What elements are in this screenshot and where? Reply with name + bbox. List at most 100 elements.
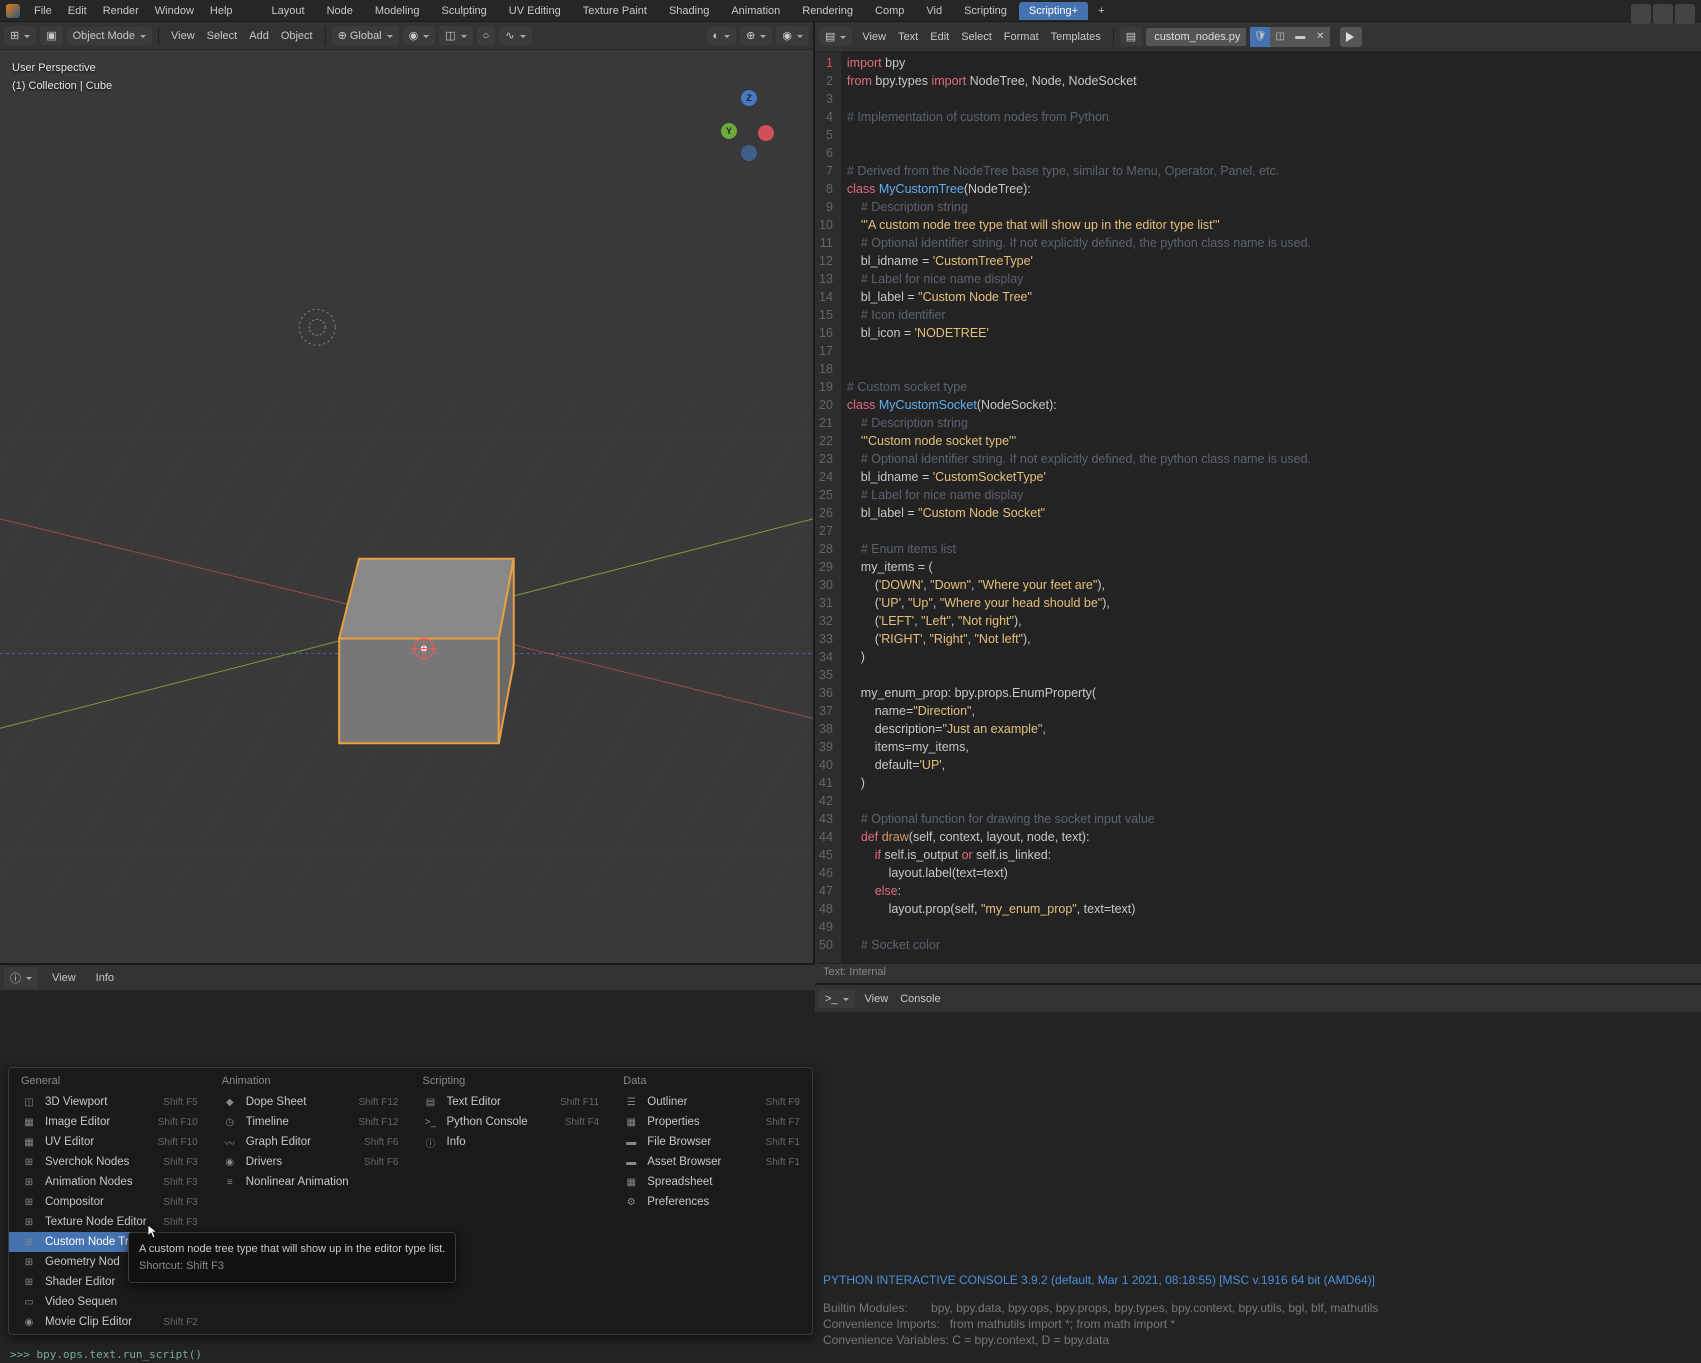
menu-item-label: Python Console: [447, 1116, 528, 1128]
tab-vid[interactable]: Vid: [916, 2, 952, 20]
tab-uv-editing[interactable]: UV Editing: [499, 2, 571, 20]
viewport-menu-select[interactable]: Select: [201, 27, 244, 45]
proportional-dropdown[interactable]: ∿: [499, 26, 531, 45]
editor-menu-item-sverchok-nodes[interactable]: ⊞Sverchok NodesShift F3: [9, 1152, 210, 1172]
viewport-menu-view[interactable]: View: [165, 27, 201, 45]
gizmo-z-neg-axis[interactable]: [741, 145, 757, 161]
gizmo-dropdown[interactable]: ⊕: [740, 26, 772, 45]
menu-item-shortcut: Shift F3: [163, 1157, 197, 1168]
mode-dropdown[interactable]: Object Mode: [67, 27, 152, 45]
visibility-dropdown[interactable]: ◐: [707, 27, 737, 45]
info-menu[interactable]: Info: [90, 969, 120, 987]
code-area[interactable]: 1234567891011121314151617181920212223242…: [815, 52, 1701, 963]
console-menu-view[interactable]: View: [859, 990, 895, 1008]
editor-menu-item-asset-browser[interactable]: ▬Asset BrowserShift F1: [611, 1152, 812, 1172]
editor-menu-item-preferences[interactable]: ⚙Preferences: [611, 1192, 812, 1212]
menu-item-icon: ⊞: [21, 1176, 37, 1188]
editor-menu-item-spreadsheet[interactable]: ▦Spreadsheet: [611, 1172, 812, 1192]
editor-menu-item-animation-nodes[interactable]: ⊞Animation NodesShift F3: [9, 1172, 210, 1192]
editor-type-dropdown[interactable]: ⓘ: [4, 967, 38, 989]
text-menu-format[interactable]: Format: [998, 28, 1045, 46]
tab-modeling[interactable]: Modeling: [365, 2, 430, 20]
menu-item-icon: ▦: [623, 1176, 639, 1188]
editor-menu-item-graph-editor[interactable]: 〰Graph EditorShift F6: [210, 1132, 411, 1152]
editor-menu-item-drivers[interactable]: ◉DriversShift F6: [210, 1152, 411, 1172]
tab-comp[interactable]: Comp: [865, 2, 914, 20]
browse-text-icon[interactable]: ▤: [1120, 27, 1142, 46]
tab-rendering[interactable]: Rendering: [792, 2, 863, 20]
code-content[interactable]: import bpyfrom bpy.types import NodeTree…: [841, 52, 1701, 963]
tab-animation[interactable]: Animation: [721, 2, 790, 20]
console-menu-console[interactable]: Console: [894, 990, 946, 1008]
proportional-edit-toggle[interactable]: ○: [477, 27, 496, 45]
menu-item-icon: ⊞: [21, 1196, 37, 1208]
text-menu-view[interactable]: View: [856, 28, 892, 46]
overlay-dropdown[interactable]: ◉: [776, 26, 809, 45]
gizmo-z-axis[interactable]: [741, 90, 757, 106]
menu-edit[interactable]: Edit: [60, 2, 95, 20]
add-workspace-button[interactable]: +: [1090, 2, 1112, 20]
menu-col-header: Data: [611, 1070, 812, 1092]
tab-scripting+[interactable]: Scripting+: [1019, 2, 1088, 20]
viewport-menu-add[interactable]: Add: [243, 27, 275, 45]
editor-menu-item-python-console[interactable]: >_Python ConsoleShift F4: [411, 1112, 612, 1132]
open-icon[interactable]: ▬: [1290, 27, 1310, 47]
editor-menu-item-nonlinear-animation[interactable]: ≡Nonlinear Animation: [210, 1172, 411, 1192]
menu-item-shortcut: Shift F9: [766, 1097, 800, 1108]
editor-menu-item-compositor[interactable]: ⊞CompositorShift F3: [9, 1192, 210, 1212]
editor-type-dropdown[interactable]: ▤: [819, 27, 852, 46]
editor-menu-item-info[interactable]: ⓘInfo: [411, 1132, 612, 1152]
nav-gizmo[interactable]: [713, 90, 783, 160]
editor-menu-item-properties[interactable]: ▦PropertiesShift F7: [611, 1112, 812, 1132]
view-menu[interactable]: View: [46, 969, 82, 987]
editor-menu-item-texture-node-editor[interactable]: ⊞Texture Node EditorShift F3: [9, 1212, 210, 1232]
menu-render[interactable]: Render: [95, 2, 147, 20]
mode-icon[interactable]: ▣: [40, 26, 62, 45]
editor-menu-item-outliner[interactable]: ☰OutlinerShift F9: [611, 1092, 812, 1112]
unlink-icon[interactable]: ✕: [1310, 27, 1330, 47]
menu-item-shortcut: Shift F11: [560, 1097, 599, 1108]
editor-menu-item-image-editor[interactable]: ▦Image EditorShift F10: [9, 1112, 210, 1132]
menu-item-label: File Browser: [647, 1136, 711, 1148]
syntax-highlight-toggle[interactable]: [1675, 4, 1695, 24]
new-icon[interactable]: ◫: [1270, 27, 1290, 47]
text-menu-edit[interactable]: Edit: [924, 28, 955, 46]
line-numbers-toggle[interactable]: [1631, 4, 1651, 24]
snap-toggle[interactable]: ◫: [439, 26, 472, 45]
menu-item-label: Image Editor: [45, 1116, 110, 1128]
tab-layout[interactable]: Layout: [262, 2, 315, 20]
filename-input[interactable]: custom_nodes.py: [1146, 28, 1246, 46]
gizmo-y-axis[interactable]: [721, 123, 737, 139]
editor-menu-item-dope-sheet[interactable]: ◆Dope SheetShift F12: [210, 1092, 411, 1112]
tab-texture-paint[interactable]: Texture Paint: [573, 2, 657, 20]
line-number-gutter: 1234567891011121314151617181920212223242…: [815, 52, 841, 963]
text-menu-text[interactable]: Text: [892, 28, 924, 46]
console-output[interactable]: PYTHON INTERACTIVE CONSOLE 3.9.2 (defaul…: [815, 1013, 1701, 1363]
menu-item-label: 3D Viewport: [45, 1096, 107, 1108]
editor-type-dropdown[interactable]: >_: [819, 990, 855, 1008]
menu-file[interactable]: File: [26, 2, 60, 20]
editor-menu-item-timeline[interactable]: ◷TimelineShift F12: [210, 1112, 411, 1132]
tab-scripting[interactable]: Scripting: [954, 2, 1017, 20]
editor-type-dropdown[interactable]: ⊞: [4, 26, 36, 45]
tab-shading[interactable]: Shading: [659, 2, 719, 20]
editor-menu-item-uv-editor[interactable]: ▦UV EditorShift F10: [9, 1132, 210, 1152]
tab-node[interactable]: Node: [317, 2, 363, 20]
text-menu-select[interactable]: Select: [955, 28, 998, 46]
editor-menu-item-video-sequen[interactable]: ▭Video Sequen: [9, 1292, 210, 1312]
orientation-dropdown[interactable]: ⊕ Global: [332, 26, 399, 45]
gizmo-x-axis[interactable]: [758, 125, 774, 141]
editor-menu-item-text-editor[interactable]: ▤Text EditorShift F11: [411, 1092, 612, 1112]
editor-menu-item-file-browser[interactable]: ▬File BrowserShift F1: [611, 1132, 812, 1152]
editor-menu-item-movie-clip-editor[interactable]: ◉Movie Clip EditorShift F2: [9, 1312, 210, 1332]
shield-icon[interactable]: 🛡: [1250, 27, 1270, 47]
pivot-dropdown[interactable]: ◉: [403, 26, 436, 45]
viewport-menu-object[interactable]: Object: [275, 27, 319, 45]
word-wrap-toggle[interactable]: [1653, 4, 1673, 24]
tab-sculpting[interactable]: Sculpting: [432, 2, 497, 20]
menu-window[interactable]: Window: [147, 2, 202, 20]
text-menu-templates[interactable]: Templates: [1045, 28, 1107, 46]
editor-menu-item-3d-viewport[interactable]: ◫3D ViewportShift F5: [9, 1092, 210, 1112]
run-script-button[interactable]: [1340, 27, 1362, 47]
menu-help[interactable]: Help: [202, 2, 241, 20]
